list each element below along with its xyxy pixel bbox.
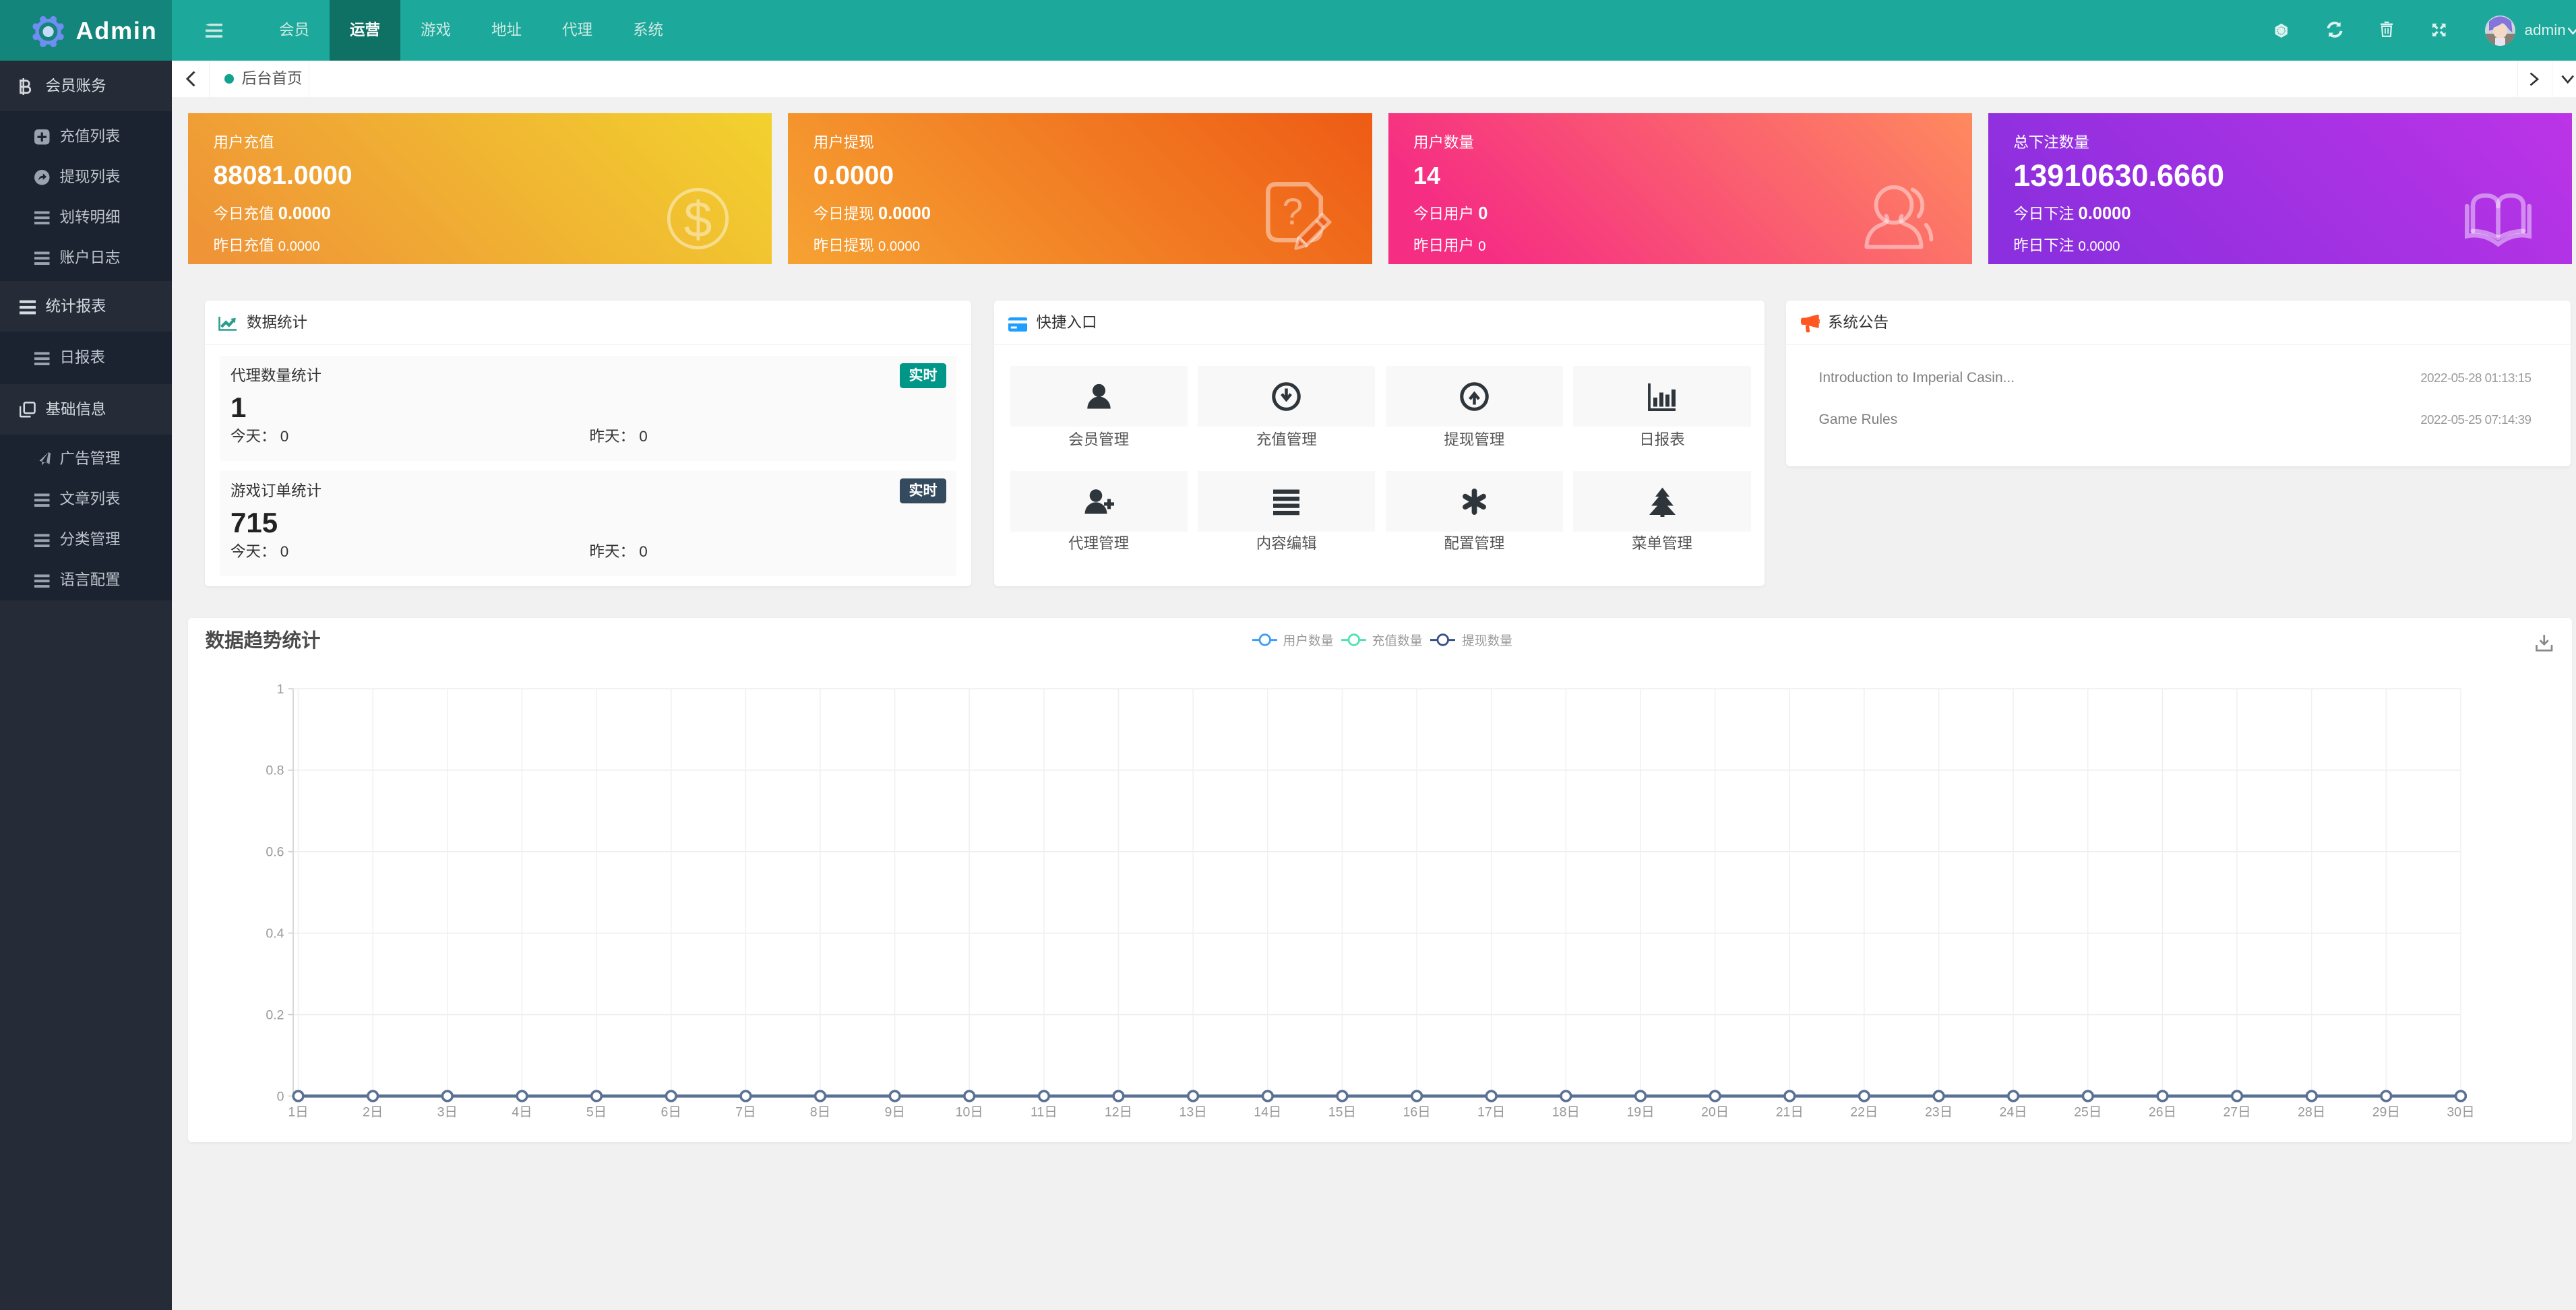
- svg-text:19日: 19日: [1626, 1104, 1654, 1119]
- svg-text:8日: 8日: [810, 1104, 830, 1119]
- svg-text:5日: 5日: [586, 1104, 607, 1119]
- svg-text:16日: 16日: [1403, 1104, 1430, 1119]
- svg-text:7日: 7日: [735, 1104, 756, 1119]
- svg-text:1日: 1日: [288, 1104, 308, 1119]
- svg-text:4日: 4日: [512, 1104, 532, 1119]
- svg-text:26日: 26日: [2149, 1104, 2176, 1119]
- svg-text:20日: 20日: [1701, 1104, 1729, 1119]
- svg-text:0.2: 0.2: [266, 1007, 284, 1022]
- svg-text:11日: 11日: [1031, 1104, 1057, 1119]
- svg-text:12日: 12日: [1105, 1104, 1132, 1119]
- svg-text:18日: 18日: [1552, 1104, 1580, 1119]
- svg-text:15日: 15日: [1328, 1104, 1356, 1119]
- svg-text:13日: 13日: [1179, 1104, 1207, 1119]
- svg-text:17日: 17日: [1477, 1104, 1505, 1119]
- svg-text:0: 0: [277, 1089, 284, 1104]
- svg-text:$: $: [683, 191, 712, 247]
- svg-text:0.4: 0.4: [266, 926, 284, 941]
- svg-text:?: ?: [1282, 191, 1303, 232]
- svg-text:24日: 24日: [1999, 1104, 2027, 1119]
- svg-text:30日: 30日: [2447, 1104, 2474, 1119]
- svg-text:10日: 10日: [956, 1104, 983, 1119]
- svg-text:2日: 2日: [363, 1104, 383, 1119]
- svg-text:0.8: 0.8: [266, 763, 284, 778]
- svg-text:29日: 29日: [2372, 1104, 2400, 1119]
- svg-text:0.6: 0.6: [266, 844, 284, 859]
- svg-text:21日: 21日: [1776, 1104, 1804, 1119]
- svg-text:23日: 23日: [1925, 1104, 1953, 1119]
- svg-text:28日: 28日: [2298, 1104, 2325, 1119]
- svg-text:14日: 14日: [1254, 1104, 1281, 1119]
- svg-text:22日: 22日: [1850, 1104, 1878, 1119]
- svg-text:25日: 25日: [2074, 1104, 2102, 1119]
- svg-text:9日: 9日: [884, 1104, 904, 1119]
- svg-text:6日: 6日: [661, 1104, 681, 1119]
- svg-text:1: 1: [277, 681, 284, 696]
- svg-text:3日: 3日: [437, 1104, 458, 1119]
- svg-text:27日: 27日: [2223, 1104, 2250, 1119]
